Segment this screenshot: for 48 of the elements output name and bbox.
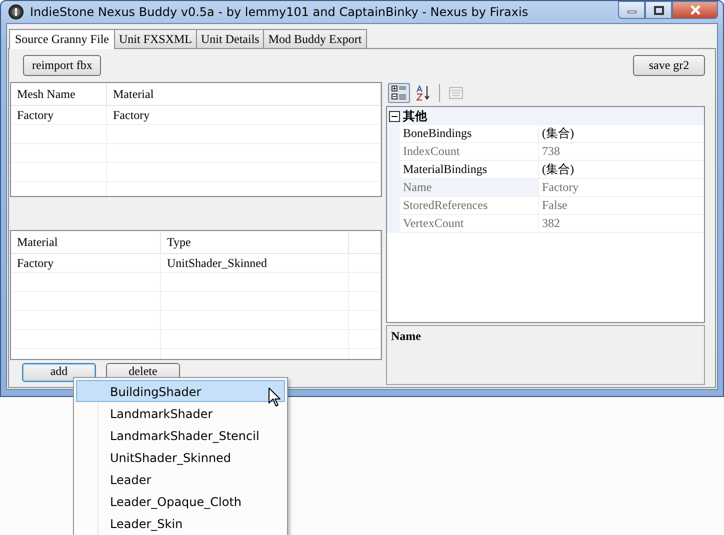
column-header[interactable]: Type [161, 231, 349, 253]
save-button[interactable]: save gr2 [633, 55, 705, 76]
property-name[interactable]: Name [400, 179, 539, 197]
tab[interactable]: Unit Details [196, 29, 264, 48]
maximize-icon [654, 6, 664, 14]
tab[interactable]: Unit FXSXML [114, 29, 197, 48]
property-value[interactable]: 382 [539, 215, 704, 233]
menu-item[interactable]: LandmarkShader_Stencil [76, 424, 285, 446]
property-name[interactable]: IndexCount [400, 143, 539, 161]
column-header[interactable]: Mesh Name [11, 83, 107, 105]
window-title: IndieStone Nexus Buddy v0.5a - by lemmy101 and CaptainBinky - Nexus by Firaxis [30, 5, 528, 19]
column-header[interactable]: Material [107, 83, 381, 105]
reimport-button[interactable]: reimport fbx [23, 55, 102, 76]
menu-item[interactable]: Leader_Opaque_Cloth [76, 490, 285, 512]
property-name[interactable]: BoneBindings [400, 125, 539, 143]
category-label: 其他 [403, 108, 427, 124]
tab[interactable]: Mod Buddy Export [263, 29, 367, 48]
property-value[interactable]: (集合) [539, 161, 704, 179]
menu-item[interactable]: BuildingShader [76, 380, 285, 402]
description-title: Name [391, 329, 421, 343]
categorized-icon [391, 85, 407, 101]
maximize-button[interactable] [645, 1, 672, 19]
property-value[interactable]: (集合) [539, 125, 704, 143]
table-cell: Factory [107, 106, 381, 124]
property-value[interactable]: Factory [539, 179, 704, 197]
column-header[interactable]: Material [11, 231, 161, 253]
property-value[interactable]: False [539, 197, 704, 215]
toolbar-button[interactable] [388, 83, 410, 103]
collapse-icon[interactable] [389, 110, 400, 122]
tab[interactable]: Source Granny File [9, 29, 115, 49]
table-cell: Factory [11, 254, 161, 272]
menu-item[interactable]: Leader_Skin [76, 512, 285, 534]
close-icon [690, 5, 700, 15]
menu-item[interactable]: LandmarkShader [76, 402, 285, 424]
app-icon [8, 4, 24, 20]
cursor-icon [268, 387, 281, 407]
property-name[interactable]: StoredReferences [400, 197, 539, 215]
minimize-button[interactable] [618, 1, 645, 19]
menu-item[interactable]: Leader [76, 468, 285, 490]
property-value[interactable]: 738 [539, 143, 704, 161]
property-pages-icon [448, 85, 464, 101]
table-cell: UnitShader_Skinned [161, 254, 349, 272]
table-cell: Factory [11, 106, 107, 124]
property-name[interactable]: VertexCount [400, 215, 539, 233]
close-button[interactable] [672, 1, 718, 19]
menu-item[interactable]: UnitShader_Skinned [76, 446, 285, 468]
sort-az-icon [415, 85, 431, 101]
add-button[interactable]: add [22, 363, 96, 382]
